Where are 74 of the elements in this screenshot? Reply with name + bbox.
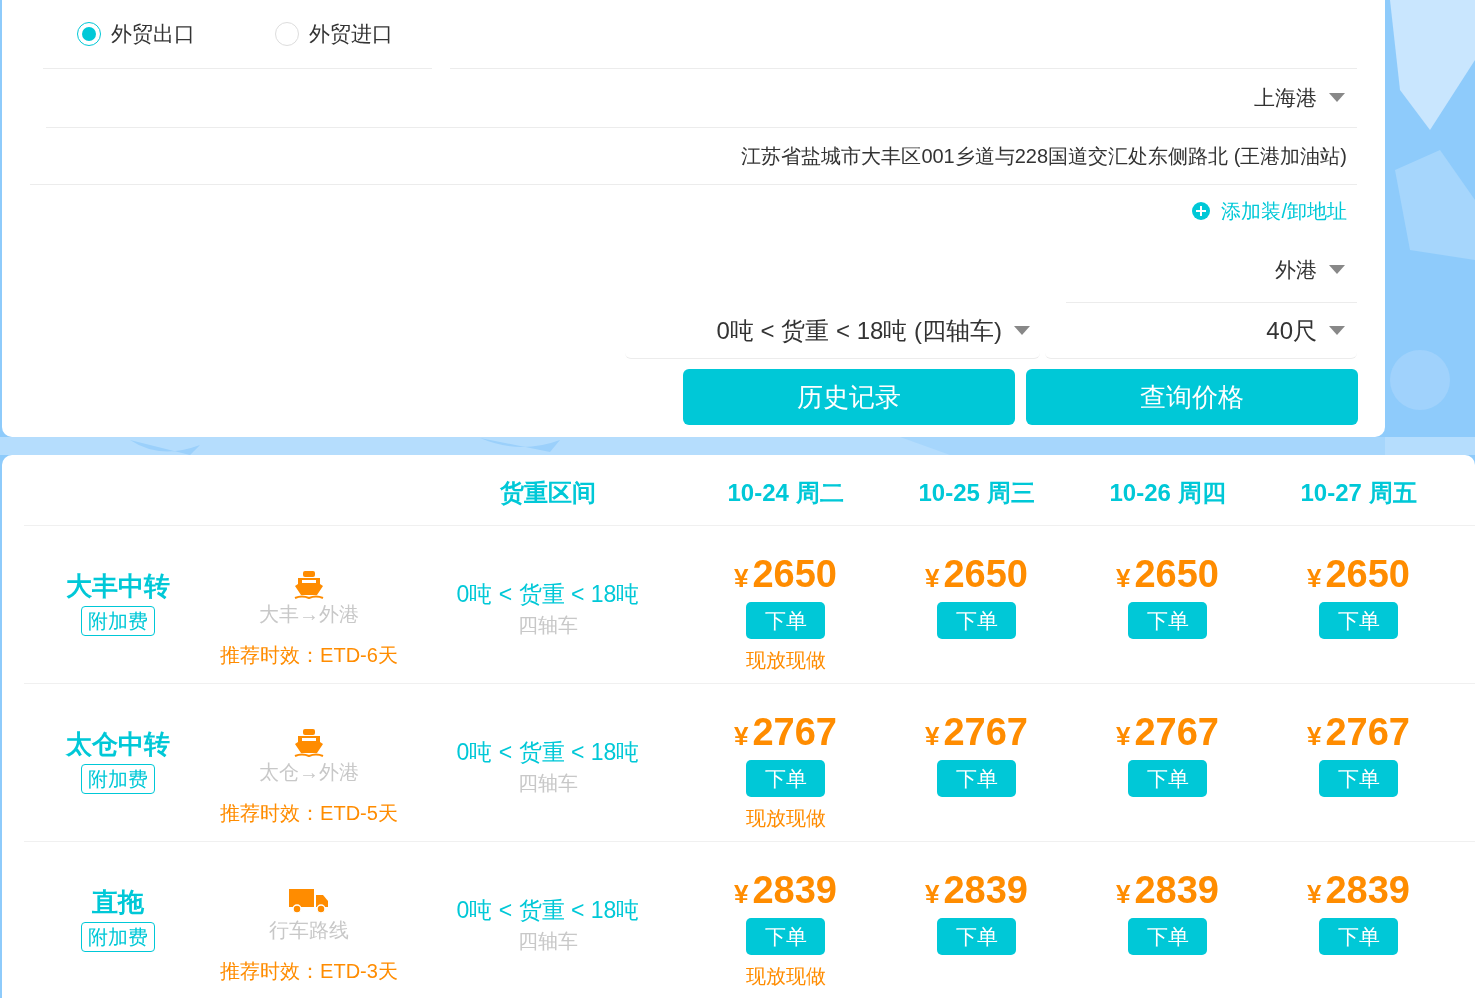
currency-sign: ¥ bbox=[925, 562, 940, 595]
order-button[interactable]: 下单 bbox=[1319, 918, 1398, 955]
price-amount: 2650 bbox=[943, 552, 1028, 596]
currency-sign: ¥ bbox=[734, 562, 749, 595]
note-text: 现放现做 bbox=[745, 964, 826, 989]
note-text: 现放现做 bbox=[745, 806, 826, 831]
price-amount: 2650 bbox=[1134, 552, 1219, 596]
currency-sign: ¥ bbox=[1116, 878, 1131, 911]
currency-sign: ¥ bbox=[1307, 720, 1322, 753]
add-address-link[interactable]: 添加装/卸地址 bbox=[1191, 196, 1347, 226]
price-amount: 2650 bbox=[752, 552, 837, 596]
radio-option[interactable]: 外贸进口 bbox=[275, 18, 393, 50]
timing-text: 推荐时效：ETD-6天 bbox=[220, 643, 398, 668]
currency-sign: ¥ bbox=[925, 878, 940, 911]
price-amount: 2767 bbox=[1134, 710, 1219, 754]
currency-sign: ¥ bbox=[1116, 562, 1131, 595]
order-button[interactable]: 下单 bbox=[746, 602, 825, 639]
order-button[interactable]: 下单 bbox=[937, 602, 1016, 639]
currency-sign: ¥ bbox=[925, 720, 940, 753]
address-text: 江苏省盐城市大丰区001乡道与228国道交汇处东侧路北 (王港加油站) bbox=[741, 144, 1347, 169]
currency-sign: ¥ bbox=[1307, 878, 1322, 911]
price-amount: 2650 bbox=[1325, 552, 1410, 596]
ship-icon bbox=[294, 729, 324, 757]
route-name: 直拖 bbox=[92, 886, 144, 918]
weight-range: 0吨 < 货重 < 18吨 bbox=[456, 738, 640, 767]
weight-range: 0吨 < 货重 < 18吨 bbox=[456, 896, 640, 925]
surcharge-tag[interactable]: 附加费 bbox=[81, 606, 155, 636]
caret-icon bbox=[1329, 264, 1345, 275]
weight-dropdown[interactable]: 0吨 < 货重 < 18吨 (四轴车) bbox=[716, 312, 1030, 349]
currency-sign: ¥ bbox=[734, 720, 749, 753]
timing-text: 推荐时效：ETD-3天 bbox=[220, 959, 398, 984]
caret-icon bbox=[1014, 325, 1030, 336]
route-name: 太仓中转 bbox=[66, 728, 170, 760]
caret-icon bbox=[1329, 325, 1345, 336]
column-header: 10-24 周二 bbox=[727, 478, 844, 508]
price-amount: 2839 bbox=[943, 868, 1028, 912]
column-header: 10-27 周五 bbox=[1300, 478, 1417, 508]
ship-icon bbox=[294, 571, 324, 599]
timing-text: 推荐时效：ETD-5天 bbox=[220, 801, 398, 826]
price-amount: 2767 bbox=[752, 710, 837, 754]
price-amount: 2767 bbox=[1325, 710, 1410, 754]
action-button[interactable]: 查询价格 bbox=[1026, 369, 1358, 425]
note-text: 现放现做 bbox=[745, 648, 826, 673]
port-dropdown[interactable]: 上海港 bbox=[1254, 82, 1345, 114]
currency-sign: ¥ bbox=[734, 878, 749, 911]
price-amount: 2839 bbox=[1325, 868, 1410, 912]
price-amount: 2767 bbox=[943, 710, 1028, 754]
radio-option[interactable]: 外贸出口 bbox=[77, 18, 275, 50]
price-amount: 2839 bbox=[1134, 868, 1219, 912]
action-button[interactable]: 历史记录 bbox=[683, 369, 1015, 425]
order-button[interactable]: 下单 bbox=[1128, 918, 1207, 955]
truck-icon bbox=[289, 889, 328, 914]
order-button[interactable]: 下单 bbox=[1128, 602, 1207, 639]
surcharge-tag[interactable]: 附加费 bbox=[81, 922, 155, 952]
order-button[interactable]: 下单 bbox=[746, 918, 825, 955]
caret-icon bbox=[1329, 93, 1345, 103]
price-amount: 2839 bbox=[752, 868, 837, 912]
port-dropdown[interactable]: 外港 bbox=[1275, 253, 1345, 286]
order-button[interactable]: 下单 bbox=[1128, 760, 1207, 797]
container-dropdown[interactable]: 40尺 bbox=[1266, 312, 1345, 349]
currency-sign: ¥ bbox=[1116, 720, 1131, 753]
column-header: 10-26 周四 bbox=[1109, 478, 1226, 508]
plus-icon bbox=[1191, 201, 1212, 221]
weight-range: 0吨 < 货重 < 18吨 bbox=[456, 580, 640, 609]
order-button[interactable]: 下单 bbox=[746, 760, 825, 797]
order-button[interactable]: 下单 bbox=[937, 918, 1016, 955]
column-header: 货重区间 bbox=[500, 478, 596, 508]
column-header: 10-25 周三 bbox=[918, 478, 1035, 508]
surcharge-tag[interactable]: 附加费 bbox=[81, 764, 155, 794]
order-button[interactable]: 下单 bbox=[937, 760, 1016, 797]
order-button[interactable]: 下单 bbox=[1319, 760, 1398, 797]
route-name: 大丰中转 bbox=[66, 570, 170, 602]
currency-sign: ¥ bbox=[1307, 562, 1322, 595]
order-button[interactable]: 下单 bbox=[1319, 602, 1398, 639]
